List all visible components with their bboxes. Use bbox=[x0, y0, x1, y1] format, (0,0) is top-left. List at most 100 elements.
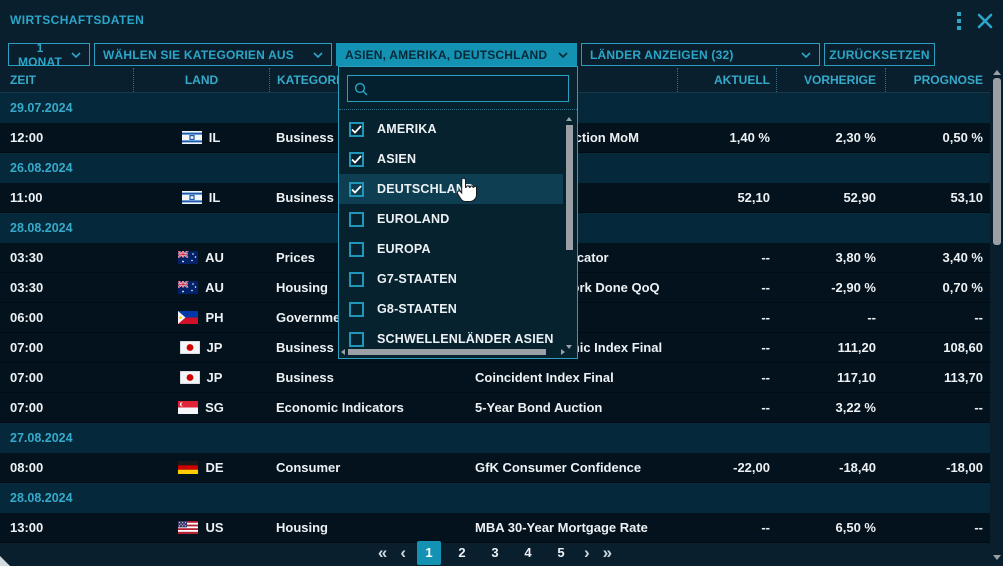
country-code: JP bbox=[207, 370, 223, 385]
previous-cell: 3,80 % bbox=[776, 250, 885, 265]
pagination: « ‹ 12345 › » bbox=[0, 539, 990, 566]
checkbox-checked-icon[interactable] bbox=[349, 152, 364, 167]
pagination-prev-button[interactable]: ‹ bbox=[398, 541, 408, 565]
scroll-right-arrow-icon[interactable] bbox=[561, 349, 565, 355]
table-row[interactable]: 07:00JPBusinessCoincident Index Final--1… bbox=[0, 363, 990, 393]
previous-cell: 2,30 % bbox=[776, 130, 885, 145]
scroll-up-arrow-icon[interactable] bbox=[993, 70, 1001, 75]
flag-us-icon bbox=[178, 521, 198, 534]
country-code: AU bbox=[205, 250, 224, 265]
flag-au-icon bbox=[178, 281, 198, 294]
close-icon[interactable] bbox=[977, 13, 993, 29]
flag-jp-icon bbox=[180, 341, 200, 354]
countries-dropdown-label: LÄNDER ANZEIGEN (32) bbox=[590, 48, 734, 62]
reset-button[interactable]: ZURÜCKSETZEN bbox=[824, 43, 935, 66]
actual-cell: -- bbox=[677, 250, 776, 265]
country-code: AU bbox=[205, 280, 224, 295]
categories-dropdown-label: WÄHLEN SIE KATEGORIEN AUS bbox=[103, 48, 294, 62]
region-option-label: DEUTSCHLAND bbox=[377, 182, 474, 196]
economic-calendar-widget: WIRTSCHAFTSDATEN 1 MONAT WÄHLEN SIE KATE… bbox=[0, 0, 1003, 566]
region-option-deutschland[interactable]: DEUTSCHLAND bbox=[339, 174, 563, 204]
reset-button-label: ZURÜCKSETZEN bbox=[829, 48, 929, 62]
pagination-first-button[interactable]: « bbox=[376, 541, 389, 565]
checkbox-unchecked-icon[interactable] bbox=[349, 242, 364, 257]
flag-de-icon bbox=[178, 461, 198, 474]
category-cell: Economic Indicators bbox=[269, 400, 467, 415]
region-option-g8-staaten[interactable]: G8-STAATEN bbox=[339, 294, 563, 324]
checkbox-unchecked-icon[interactable] bbox=[349, 212, 364, 227]
actual-cell: -22,00 bbox=[677, 460, 776, 475]
kebab-menu-icon[interactable] bbox=[955, 10, 963, 32]
region-option-euroland[interactable]: EUROLAND bbox=[339, 204, 563, 234]
page-title: WIRTSCHAFTSDATEN bbox=[10, 13, 144, 27]
region-option-g7-staaten[interactable]: G7-STAATEN bbox=[339, 264, 563, 294]
column-header-land[interactable]: LAND bbox=[133, 68, 269, 92]
scroll-left-arrow-icon[interactable] bbox=[341, 349, 345, 355]
time-cell: 08:00 bbox=[0, 460, 133, 475]
region-option-asien[interactable]: ASIEN bbox=[339, 144, 563, 174]
table-row[interactable]: 08:00DEConsumerGfK Consumer Confidence-2… bbox=[0, 453, 990, 483]
scrollbar-thumb[interactable] bbox=[993, 78, 1001, 245]
region-options-list: AMERIKA ASIEN DEUTSCHLAND EUROLAND EUROPA G7-… bbox=[339, 114, 563, 354]
forecast-cell: 0,50 % bbox=[885, 130, 990, 145]
previous-cell: 52,90 bbox=[776, 190, 885, 205]
forecast-cell: 108,60 bbox=[885, 340, 990, 355]
checkbox-checked-icon[interactable] bbox=[349, 182, 364, 197]
pagination-page-4[interactable]: 4 bbox=[516, 541, 540, 565]
vertical-scrollbar[interactable] bbox=[992, 68, 1002, 562]
country-code: JP bbox=[207, 340, 223, 355]
pagination-page-5[interactable]: 5 bbox=[549, 541, 573, 565]
search-box[interactable] bbox=[347, 75, 569, 102]
panel-horizontal-scrollbar[interactable] bbox=[341, 348, 565, 356]
checkbox-unchecked-icon[interactable] bbox=[349, 302, 364, 317]
time-cell: 06:00 bbox=[0, 310, 133, 325]
country-code: US bbox=[205, 520, 223, 535]
actual-cell: 1,40 % bbox=[677, 130, 776, 145]
scrollbar-thumb[interactable] bbox=[348, 349, 546, 355]
region-option-label: EUROPA bbox=[377, 242, 431, 256]
chevron-down-icon bbox=[801, 52, 811, 58]
region-option-europa[interactable]: EUROPA bbox=[339, 234, 563, 264]
column-header-vorherige[interactable]: VORHERIGE bbox=[776, 68, 885, 92]
panel-vertical-scrollbar[interactable] bbox=[565, 117, 574, 349]
category-cell: Consumer bbox=[269, 460, 467, 475]
country-code: IL bbox=[209, 130, 221, 145]
pagination-page-1[interactable]: 1 bbox=[417, 541, 441, 565]
column-header-prognose[interactable]: PROGNOSE bbox=[885, 68, 990, 92]
scroll-down-arrow-icon[interactable] bbox=[566, 345, 572, 349]
regions-dropdown[interactable]: ASIEN, AMERIKA, DEUTSCHLAND bbox=[336, 43, 577, 66]
scroll-up-arrow-icon[interactable] bbox=[566, 117, 572, 121]
time-cell: 07:00 bbox=[0, 340, 133, 355]
forecast-cell: -- bbox=[885, 400, 990, 415]
country-cell: AU bbox=[133, 280, 269, 295]
scrollbar-thumb[interactable] bbox=[566, 125, 573, 250]
column-header-aktuell[interactable]: AKTUELL bbox=[677, 68, 776, 92]
scroll-down-arrow-icon[interactable] bbox=[993, 555, 1001, 560]
region-option-label: SCHWELLENLÄNDER ASIEN bbox=[377, 332, 554, 346]
table-row[interactable]: 07:00SGEconomic Indicators5-Year Bond Au… bbox=[0, 393, 990, 423]
checkbox-unchecked-icon[interactable] bbox=[349, 272, 364, 287]
search-input[interactable] bbox=[373, 82, 562, 96]
previous-cell: -18,40 bbox=[776, 460, 885, 475]
pagination-page-3[interactable]: 3 bbox=[483, 541, 507, 565]
forecast-cell: -- bbox=[885, 310, 990, 325]
country-cell: IL bbox=[133, 190, 269, 205]
categories-dropdown[interactable]: WÄHLEN SIE KATEGORIEN AUS bbox=[94, 43, 332, 66]
forecast-cell: 0,70 % bbox=[885, 280, 990, 295]
date-label: 28.08.2024 bbox=[10, 491, 73, 505]
time-cell: 07:00 bbox=[0, 370, 133, 385]
pagination-last-button[interactable]: » bbox=[601, 541, 614, 565]
region-option-label: ASIEN bbox=[377, 152, 416, 166]
countries-dropdown[interactable]: LÄNDER ANZEIGEN (32) bbox=[581, 43, 820, 66]
column-header-zeit[interactable]: ZEIT bbox=[0, 68, 133, 92]
date-label: 27.08.2024 bbox=[10, 431, 73, 445]
pagination-next-button[interactable]: › bbox=[582, 541, 592, 565]
category-cell: Housing bbox=[269, 520, 467, 535]
event-cell: GfK Consumer Confidence bbox=[467, 460, 677, 475]
checkbox-unchecked-icon[interactable] bbox=[349, 332, 364, 347]
period-dropdown[interactable]: 1 MONAT bbox=[8, 43, 90, 66]
category-cell: Business bbox=[269, 370, 467, 385]
checkbox-checked-icon[interactable] bbox=[349, 122, 364, 137]
pagination-page-2[interactable]: 2 bbox=[450, 541, 474, 565]
region-option-amerika[interactable]: AMERIKA bbox=[339, 114, 563, 144]
